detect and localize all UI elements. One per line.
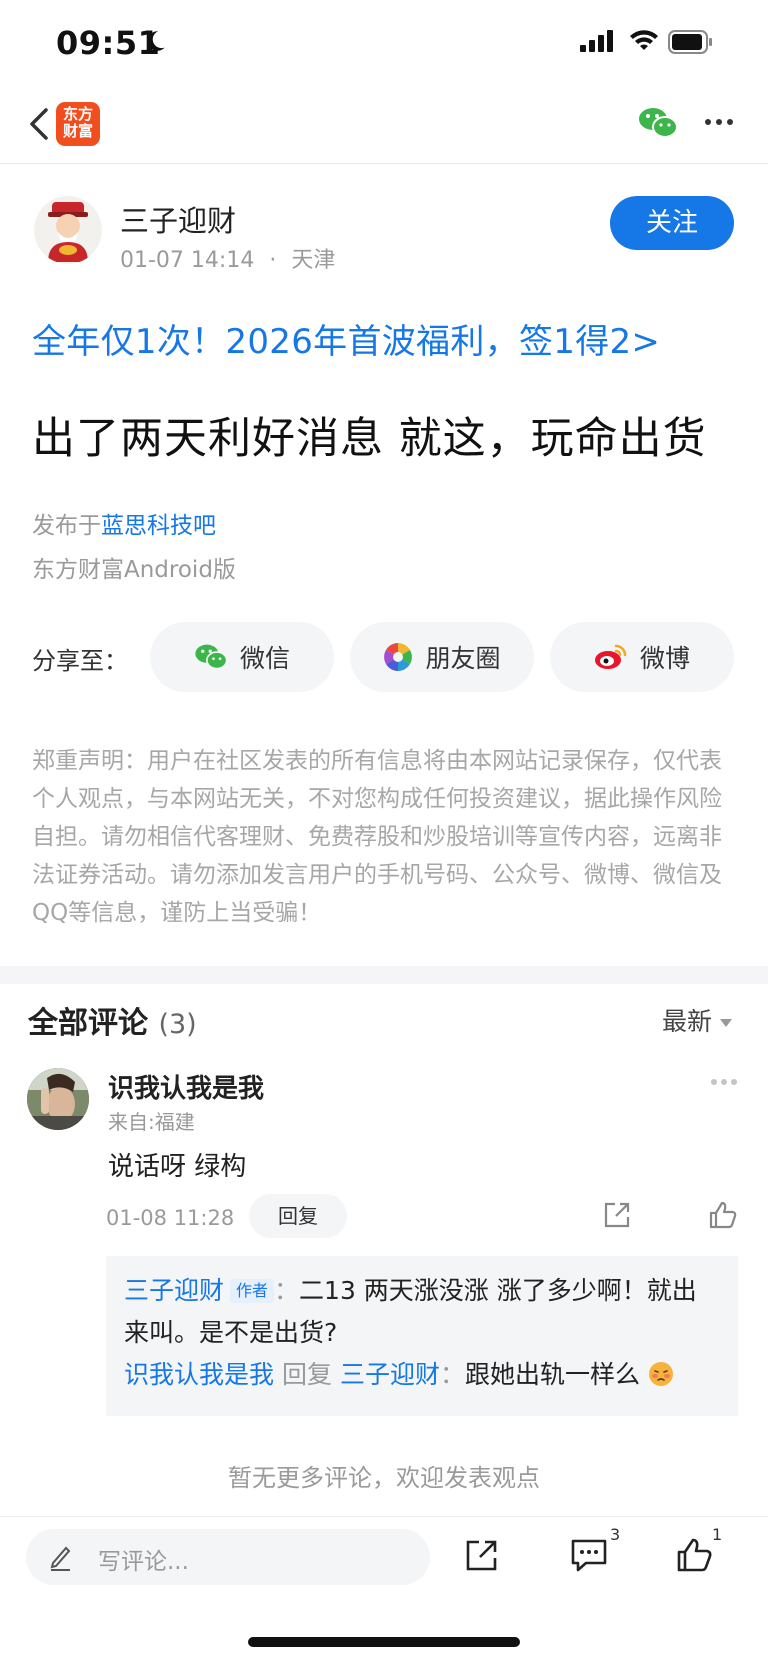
- commenter-location: 来自:福建: [108, 1110, 195, 1134]
- comment-like-icon[interactable]: [708, 1200, 738, 1230]
- comment-input-placeholder: 写评论...: [98, 1549, 189, 1575]
- app-logo[interactable]: 东方 财富: [56, 102, 100, 146]
- wechat-share-icon[interactable]: [638, 106, 678, 140]
- share-weibo-label: 微博: [639, 644, 690, 673]
- share-weibo-button[interactable]: 微博: [550, 622, 734, 692]
- share-wechat-label: 微信: [239, 644, 290, 673]
- post-datetime: 01-07 14:14: [120, 248, 255, 273]
- author-avatar[interactable]: [34, 196, 102, 264]
- reply-separator: ：: [439, 1360, 465, 1389]
- meta-separator: ·: [269, 248, 277, 273]
- sort-dropdown[interactable]: 最新: [662, 1002, 733, 1038]
- wechat-icon: [195, 644, 228, 670]
- client-source: 东方财富Android版: [32, 557, 236, 583]
- bottom-bar: 写评论... 3 1: [0, 1516, 768, 1662]
- reply-item: 识我认我是我 回复 三子迎财：跟她出轨一样么: [124, 1354, 720, 1396]
- home-indicator: [248, 1637, 520, 1647]
- like-icon[interactable]: [676, 1537, 712, 1573]
- comment-count-badge: 3: [610, 1525, 621, 1544]
- share-label: 分享至：: [32, 647, 128, 675]
- like-count-badge: 1: [712, 1525, 723, 1544]
- god-of-wealth-icon: [48, 202, 88, 262]
- forum-link[interactable]: 蓝思科技吧: [101, 513, 216, 539]
- comments-count: (3): [158, 1009, 197, 1040]
- disclaimer: 郑重声明：用户在社区发表的所有信息将由本网站记录保存，仅代表个人观点，与本网站无…: [32, 748, 722, 926]
- reply-separator: ：: [274, 1276, 300, 1305]
- more-icon[interactable]: [704, 118, 734, 126]
- follow-button[interactable]: 关注: [610, 196, 734, 250]
- moon-icon: [147, 31, 165, 51]
- commenter-avatar[interactable]: [27, 1068, 89, 1130]
- reply-item: 三子迎财 作者 ：二13 两天涨没涨 涨了多少啊！就出来叫。是不是出货?: [124, 1270, 720, 1354]
- commenter-name[interactable]: 识我认我是我: [108, 1068, 264, 1105]
- section-divider: [0, 966, 768, 984]
- comment-input[interactable]: 写评论...: [26, 1529, 430, 1585]
- reply-button[interactable]: 回复: [249, 1194, 347, 1238]
- reply-target-user[interactable]: 三子迎财: [340, 1360, 440, 1389]
- status-bar: 09:51: [0, 0, 768, 88]
- sort-label: 最新: [662, 1007, 713, 1036]
- logo-text-line1: 东方: [62, 105, 93, 123]
- comments-header: 全部评论 (3): [28, 998, 197, 1042]
- comment-share-icon[interactable]: [602, 1200, 632, 1230]
- reply-text: 跟她出轨一样么: [464, 1360, 640, 1389]
- no-more-comments: 暂无更多评论，欢迎发表观点: [228, 1464, 540, 1492]
- weibo-icon: [594, 644, 627, 669]
- comment-text: 说话呀 绿构: [108, 1152, 247, 1182]
- author-name[interactable]: 三子迎财: [120, 198, 236, 240]
- post-location: 天津: [291, 248, 336, 273]
- wifi-icon: [630, 30, 658, 50]
- share-moments-label: 朋友圈: [425, 644, 501, 673]
- avatar-photo: [27, 1068, 89, 1130]
- published-in: 发布于蓝思科技吧: [32, 506, 216, 540]
- share-moments-button[interactable]: 朋友圈: [350, 622, 534, 692]
- reply-thread: 三子迎财 作者 ：二13 两天涨没涨 涨了多少啊！就出来叫。是不是出货? 识我认我是…: [106, 1256, 738, 1416]
- comment-time: 01-08 11:28: [106, 1206, 235, 1230]
- post-title: 出了两天利好消息 就这，玩命出货: [32, 414, 707, 464]
- nav-bar: 东方 财富: [0, 88, 768, 164]
- logo-text-line2: 财富: [62, 122, 93, 140]
- comments-title: 全部评论: [28, 1006, 148, 1041]
- post-meta: 01-07 14:14 · 天津: [120, 242, 335, 274]
- signal-icon: [580, 30, 613, 52]
- pen-icon: [50, 1546, 71, 1571]
- battery-icon: [668, 30, 712, 54]
- blushing-emoji-icon: [648, 1362, 673, 1386]
- reply-verb: 回复: [281, 1360, 332, 1389]
- comment-more-icon[interactable]: [710, 1078, 738, 1086]
- caret-down-icon: [720, 1019, 733, 1027]
- reply-user[interactable]: 三子迎财: [124, 1276, 224, 1305]
- moments-icon: [384, 643, 413, 671]
- share-icon[interactable]: [464, 1537, 500, 1573]
- promo-link[interactable]: 全年仅1次！2026年首波福利，签1得2>: [32, 314, 660, 363]
- author-badge: 作者: [230, 1279, 275, 1303]
- published-prefix: 发布于: [32, 513, 101, 539]
- share-wechat-button[interactable]: 微信: [150, 622, 334, 692]
- author-row: 三子迎财 01-07 14:14 · 天津 关注: [0, 180, 768, 290]
- reply-user[interactable]: 识我认我是我: [124, 1360, 274, 1389]
- comment-icon[interactable]: [570, 1537, 608, 1573]
